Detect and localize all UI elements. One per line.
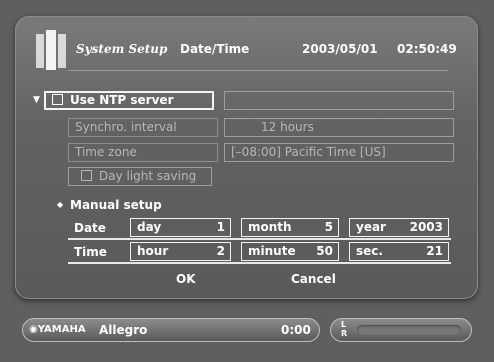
month-label: month [248,220,292,234]
album-title: Allegro [99,323,148,337]
time-label: Time [74,245,107,259]
year-label: year [356,220,386,234]
header-divider [68,70,448,71]
hour-field[interactable]: hour 2 [130,242,231,261]
sync-interval-label-box [68,118,218,137]
day-label: day [137,220,162,234]
app-title: System Setup [76,42,168,56]
checkbox-icon [81,170,92,181]
checkbox-icon [52,94,63,105]
yamaha-logo-icon: ◉YAMAHA [29,324,86,335]
system-setup-logo-icon [36,30,66,70]
ntp-server-field[interactable] [224,91,454,110]
channel-labels: LR [341,320,347,338]
sec-value: 21 [426,244,443,258]
timezone-field[interactable]: [–08:00] Pacific Time [US] [224,143,454,162]
manual-setup-title: Manual setup [70,198,162,212]
sec-field[interactable]: sec. 21 [349,242,449,261]
sec-label: sec. [356,244,383,258]
date-label: Date [74,221,106,235]
bullet-icon: ◆ [57,200,64,209]
timezone-label-box [68,143,218,162]
level-meter [357,325,461,335]
brand-label: YAMAHA [37,324,86,335]
section-title: Date/Time [180,42,250,56]
daylight-saving-label: Day light saving [99,169,197,183]
year-value: 2003 [409,220,443,234]
time-row-underline [68,262,451,264]
current-time: 02:50:49 [397,42,457,56]
current-date: 2003/05/01 [302,42,378,56]
day-value: 1 [216,220,225,234]
month-value: 5 [324,220,333,234]
level-meter-bar: LR [330,318,472,342]
use-ntp-label: Use NTP server [70,93,174,107]
elapsed-time: 0:00 [281,323,311,337]
now-playing-bar: ◉YAMAHA Allegro 0:00 [22,318,320,342]
channel-l: L [341,320,347,329]
expand-arrow-icon[interactable]: ▼ [33,95,40,105]
channel-r: R [341,329,348,338]
sync-interval-field[interactable]: 12 hours [224,118,454,137]
minute-field[interactable]: minute 50 [241,242,339,261]
minute-label: minute [248,244,296,258]
minute-value: 50 [316,244,333,258]
ok-button[interactable]: OK [176,272,196,286]
month-field[interactable]: month 5 [241,218,339,237]
daylight-saving-checkbox[interactable]: Day light saving [68,167,212,186]
year-field[interactable]: year 2003 [349,218,449,237]
hour-label: hour [137,244,169,258]
date-row-underline [68,238,451,240]
day-field[interactable]: day 1 [130,218,231,237]
hour-value: 2 [216,244,225,258]
cancel-button[interactable]: Cancel [291,272,336,286]
use-ntp-server-checkbox[interactable]: Use NTP server [44,91,214,110]
